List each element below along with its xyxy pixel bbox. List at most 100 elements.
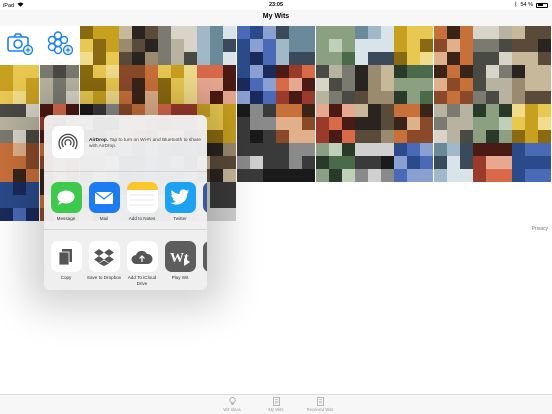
wit-thumbnail[interactable] [512,143,551,182]
wit-thumbnail[interactable] [119,65,158,104]
tab-wit-ideas-label: Wit Ideas [223,407,241,412]
wit-thumbnail[interactable] [276,143,315,182]
add-to-icloud-drive-label: Add To iCloud Drive [127,275,157,286]
copy-label: Copy [60,275,72,280]
share-notes-button[interactable]: Add to Notes [124,182,160,222]
status-time: 23:05 [268,2,284,8]
wit-thumbnail[interactable] [473,26,512,65]
bluetooth-icon: ᛒ [514,2,518,8]
wit-thumbnail[interactable] [473,143,512,182]
wit-thumbnail[interactable] [158,65,197,104]
airdrop-section[interactable]: AirDrop. Tap to turn on Wi-Fi and Blueto… [44,115,207,172]
battery-percent: 54 % [520,2,533,8]
wit-thumbnail[interactable] [394,26,433,65]
dropbox-icon [88,241,120,272]
share-twitter-button[interactable]: Twitter [162,182,198,222]
notes-icon [126,182,158,213]
tab-my-wits-label: My Wits [268,407,284,412]
wit-thumbnail[interactable] [512,104,551,143]
wit-thumbnail[interactable] [276,104,315,143]
tab-wit-ideas[interactable]: Wit Ideas [210,397,254,412]
wit-thumbnail[interactable] [276,26,315,65]
wit-thumbnail[interactable] [237,143,276,182]
more-actions[interactable] [200,241,207,272]
wit-thumbnail[interactable] [473,65,512,104]
wit-thumbnail[interactable] [355,26,394,65]
wit-thumbnail[interactable] [394,104,433,143]
wit-thumbnail[interactable] [80,65,119,104]
wit-thumbnail[interactable] [0,182,39,221]
wit-thumbnail[interactable] [197,26,236,65]
wit-thumbnail[interactable] [0,143,39,182]
wit-thumbnail[interactable] [0,65,39,104]
wit-thumbnail[interactable] [316,143,355,182]
navigation-bar: My Wits [0,10,552,26]
wit-thumbnail[interactable] [197,65,236,104]
airdrop-title: AirDrop. [89,138,109,143]
save-to-dropbox-button[interactable]: Save to Dropbox [86,241,122,281]
battery-icon [536,2,548,8]
tab-received-wits-label: Received Wits [306,407,334,412]
share-message-button[interactable]: Message [48,182,84,222]
share-more-apps[interactable] [200,182,207,213]
share-message-label: Message [56,216,76,221]
wit-thumbnail[interactable] [237,104,276,143]
wit-thumbnail[interactable] [434,65,473,104]
received-document-icon [298,397,342,406]
add-to-icloud-drive-button[interactable]: Add To iCloud Drive [124,241,160,286]
play-wit-button[interactable]: Wt Play Wit [162,241,198,281]
copy-button[interactable]: Copy [48,241,84,281]
tab-bar: Wit Ideas My Wits Received Wits [0,394,552,414]
play-wit-icon: Wt [164,241,196,272]
wit-thumbnail[interactable] [40,65,79,104]
document-icon [254,397,298,406]
wit-thumbnail[interactable] [237,26,276,65]
wit-thumbnail[interactable] [316,65,355,104]
airdrop-description: AirDrop. Tap to turn on Wi-Fi and Blueto… [89,138,202,150]
share-actions-row: Copy Save to Dropbox Add To iCloud Drive… [44,231,207,289]
wit-thumbnail[interactable] [355,104,394,143]
twitter-icon [164,182,196,213]
wit-thumbnail[interactable] [355,65,394,104]
collage-plus-icon [46,31,74,60]
more-icon [202,241,207,272]
icloud-drive-icon [126,241,158,272]
airdrop-icon [52,126,84,158]
wit-thumbnail[interactable] [512,65,551,104]
share-twitter-label: Twitter [173,216,187,221]
share-sheet: AirDrop. Tap to turn on Wi-Fi and Blueto… [44,115,207,290]
add-collage-button[interactable] [40,26,79,65]
wit-thumbnail[interactable] [434,104,473,143]
privacy-link[interactable]: Privacy [532,226,548,232]
wit-thumbnail[interactable] [355,143,394,182]
share-mail-label: Mail [99,216,109,221]
tab-my-wits[interactable]: My Wits [254,397,298,412]
wit-thumbnail[interactable] [119,26,158,65]
wit-thumbnail[interactable] [158,26,197,65]
share-apps-row: Message Mail Add to Notes Twitter [44,172,207,230]
wit-thumbnail[interactable] [394,143,433,182]
share-mail-button[interactable]: Mail [86,182,122,222]
share-notes-label: Add to Notes [128,216,156,221]
wit-thumbnail[interactable] [434,26,473,65]
wit-thumbnail[interactable] [473,104,512,143]
tab-received-wits[interactable]: Received Wits [298,397,342,412]
wit-thumbnail[interactable] [316,26,355,65]
facebook-icon [202,182,207,213]
wit-thumbnail[interactable] [276,65,315,104]
camera-plus-icon [6,31,34,60]
status-bar: iPad 23:05 ᛒ 54 % [0,0,552,10]
add-photo-button[interactable] [0,26,39,65]
ipad-screen: iPad 23:05 ᛒ 54 % My Wits Privacy AirDro… [0,0,552,414]
wit-thumbnail[interactable] [80,26,119,65]
wit-thumbnail[interactable] [434,143,473,182]
wit-thumbnail[interactable] [0,104,39,143]
wit-thumbnail[interactable] [512,26,551,65]
lightbulb-icon [210,397,254,406]
wit-thumbnail[interactable] [316,104,355,143]
wit-thumbnail[interactable] [237,65,276,104]
save-to-dropbox-label: Save to Dropbox [86,275,122,280]
copy-icon [50,241,82,272]
mail-icon [88,182,120,213]
wit-thumbnail[interactable] [394,65,433,104]
